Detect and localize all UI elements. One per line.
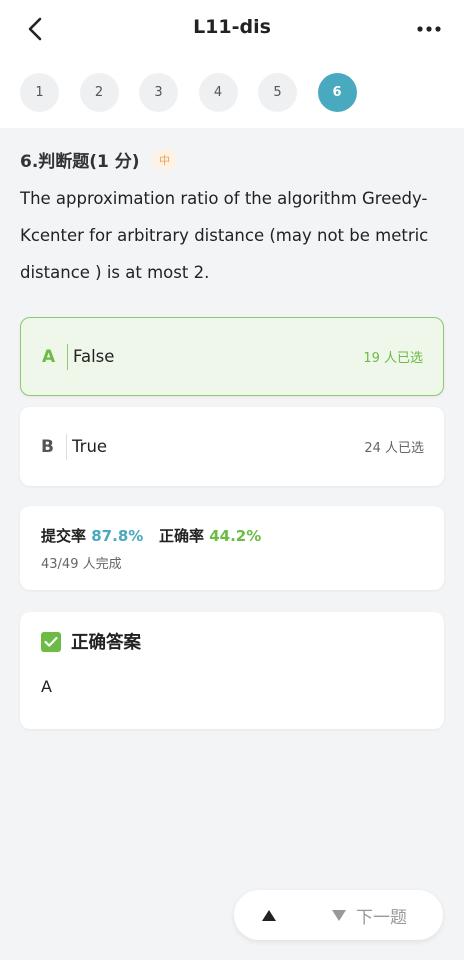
option-count: 19 人已选 [363,351,423,366]
top-panel: L11-dis 1 2 3 4 5 6 [0,0,464,128]
option-b[interactable]: B True 24 人已选 [20,407,444,486]
step-6[interactable]: 6 [317,73,357,112]
question-text: The approximation ratio of the algorithm… [20,189,429,282]
stats-card: 提交率 87.8% 正确率 44.2% 43/49 人完成 [20,506,444,590]
step-1[interactable]: 1 [20,73,59,112]
question-nav-bar: 下一题 [234,890,443,940]
answer-header: 正确答案 [41,629,423,654]
step-4[interactable]: 4 [198,73,238,112]
checkbox-checked-icon [41,631,61,652]
option-text: True [72,437,108,456]
answer-value: A [41,677,52,696]
correct-rate-value: 44.2% [209,527,262,545]
triangle-down-icon [332,909,346,921]
ellipsis-icon [417,26,441,32]
submit-rate-label: 提交率 [41,527,87,545]
divider [67,343,68,370]
submit-rate-value: 87.8% [91,527,144,545]
more-button[interactable] [414,14,444,44]
option-text: False [73,347,115,366]
question-header: 6.判断题(1 分) 中 [20,147,178,172]
step-3[interactable]: 3 [139,73,178,112]
answer-card: 正确答案 A [20,612,444,729]
completion-count: 43/49 人完成 [41,557,122,572]
next-question-label: 下一题 [356,907,407,928]
question-stepper: 1 2 3 4 5 6 [20,73,377,113]
option-count: 24 人已选 [364,441,424,456]
step-2[interactable]: 2 [79,73,119,112]
divider [66,433,67,460]
answer-title: 正确答案 [71,633,141,653]
difficulty-badge: 中 [151,148,178,171]
page-title: L11-dis [193,16,271,38]
option-letter: A [42,346,56,367]
stats-rates: 提交率 87.8% 正确率 44.2% [41,525,423,546]
next-question-button[interactable]: 下一题 [331,903,407,928]
previous-question-button[interactable] [257,903,281,927]
option-a[interactable]: A False 19 人已选 [20,317,444,396]
step-5[interactable]: 5 [258,73,297,112]
triangle-up-icon [262,909,276,921]
option-letter: B [41,436,54,457]
nav-header: L11-dis [0,0,464,60]
correct-rate-label: 正确率 [158,527,204,545]
question-number: 6.判断题(1 分) [20,152,140,172]
